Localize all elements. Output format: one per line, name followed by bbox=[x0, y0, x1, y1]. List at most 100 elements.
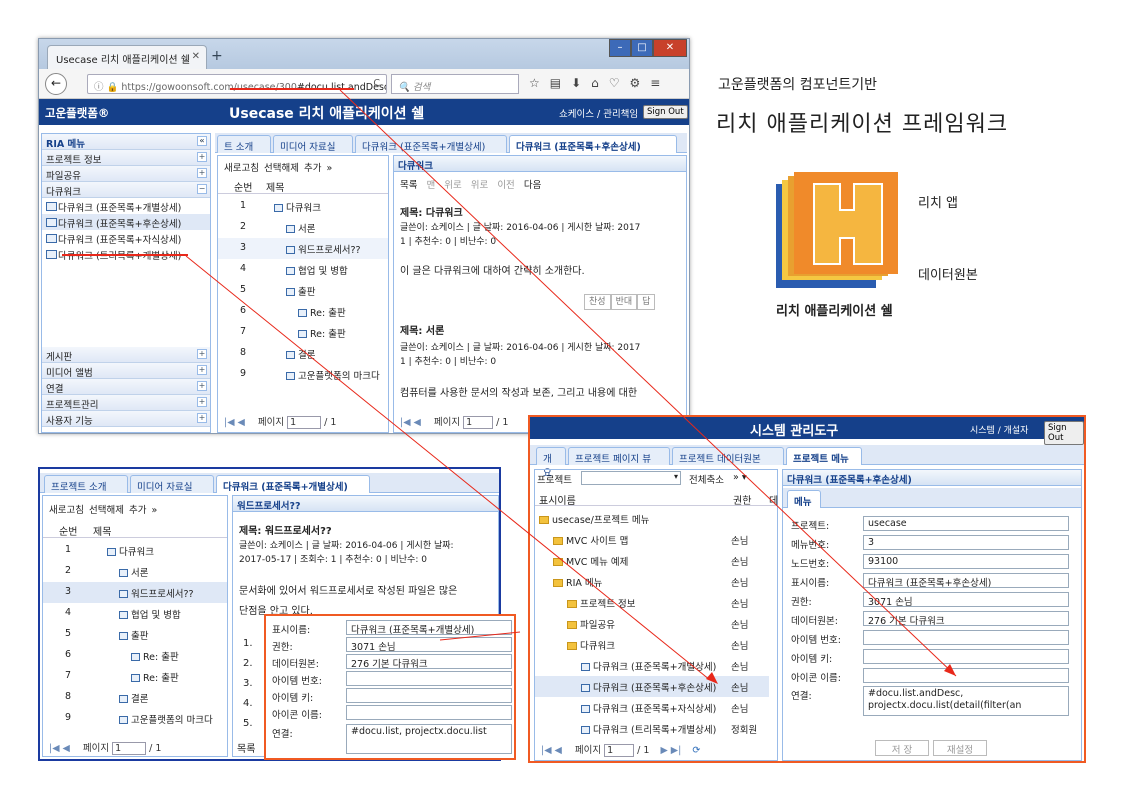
list-item[interactable]: 2 서론 bbox=[218, 217, 388, 238]
add-button[interactable]: 추가 bbox=[129, 505, 146, 516]
reset-button[interactable]: 재설정 bbox=[933, 740, 987, 756]
agree-button[interactable]: 찬성 bbox=[584, 294, 611, 310]
sidebar-item-docuwork-3[interactable]: 다큐워크 (표준목록+자식상세) bbox=[42, 230, 210, 246]
list-item[interactable]: 5 출판 bbox=[218, 280, 388, 301]
tab-datasource[interactable]: 프로젝트 데이터원본 bbox=[672, 447, 784, 465]
list-item[interactable]: 8 결론 bbox=[43, 687, 227, 708]
field-input[interactable]: 93100 bbox=[863, 554, 1069, 569]
tab-docuwork-individual[interactable]: 다큐워크 (표준목록+개별상세) bbox=[216, 475, 370, 493]
field-input[interactable]: 276 기본 다큐워크 bbox=[863, 611, 1069, 626]
close-window-icon[interactable]: ✕ bbox=[653, 39, 687, 57]
list-item[interactable]: 4 협업 및 병합 bbox=[43, 603, 227, 624]
list-item[interactable]: 5 출판 bbox=[43, 624, 227, 645]
field-input[interactable] bbox=[346, 705, 512, 720]
list-item[interactable]: 6 Re: 출판 bbox=[43, 645, 227, 666]
reply-button[interactable]: 답 bbox=[637, 294, 656, 310]
more-button[interactable]: » bbox=[327, 163, 333, 174]
list-item[interactable]: 2 서론 bbox=[43, 561, 227, 582]
new-tab-icon[interactable]: + bbox=[211, 48, 223, 64]
field-input[interactable]: 3 bbox=[863, 535, 1069, 550]
sidebar-section-project-info[interactable]: 프로젝트 정보 + bbox=[42, 150, 210, 166]
field-input[interactable]: 3071 손님 bbox=[863, 592, 1069, 607]
admin-signout-button[interactable]: Sign Out bbox=[1044, 421, 1084, 445]
popup-link-input[interactable]: #docu.list, projectx.docu.list bbox=[346, 724, 512, 754]
tree-node[interactable]: 파일공유 손님 bbox=[535, 613, 769, 634]
pager-input[interactable]: 1 bbox=[287, 416, 322, 429]
collapse-all-button[interactable]: 전체축소 bbox=[689, 472, 724, 486]
nav-prev[interactable]: 이전 bbox=[497, 180, 514, 191]
admin-link-input[interactable]: #docu.list.andDesc, projectx.docu.list(d… bbox=[863, 686, 1069, 716]
nav-next[interactable]: 다음 bbox=[524, 180, 541, 191]
sidebar-section-user[interactable]: 사용자 기능 + bbox=[42, 411, 210, 427]
field-input[interactable] bbox=[863, 630, 1069, 645]
sidebar-section-docuwork[interactable]: 다큐워크 − bbox=[42, 182, 210, 198]
disagree-button[interactable]: 반대 bbox=[610, 294, 638, 310]
sidebar-section-board[interactable]: 게시판 + bbox=[42, 347, 210, 363]
col-title[interactable]: 제목 bbox=[93, 523, 111, 538]
refresh-icon[interactable]: ⟳ bbox=[692, 745, 700, 756]
sidebar-item-docuwork-2[interactable]: 다큐워크 (표준목록+후손상세) bbox=[42, 214, 210, 230]
reload-icon[interactable]: C bbox=[373, 78, 380, 89]
tab-project-menu[interactable]: 프로젝트 메뉴 bbox=[786, 447, 862, 465]
signout-button[interactable]: Sign Out bbox=[643, 105, 688, 119]
tab-docuwork-descendant[interactable]: 다큐워크 (표준목록+후손상세) bbox=[509, 135, 677, 153]
first-page-icon[interactable]: |◀ ◀ bbox=[49, 743, 70, 754]
nav-top[interactable]: 맨 위로 bbox=[427, 180, 462, 191]
tab-intro[interactable]: 트 소개 bbox=[217, 135, 271, 153]
tree-node[interactable]: 다큐워크 (트리목록+개별상세) 정회원 bbox=[535, 718, 769, 739]
search-input[interactable]: 🔍 검색 bbox=[391, 74, 519, 94]
field-input[interactable]: 다큐워크 (표준목록+후손상세) bbox=[863, 573, 1069, 588]
refresh-button[interactable]: 새로고침 bbox=[224, 163, 259, 174]
minimize-icon[interactable]: – bbox=[609, 39, 631, 57]
add-button[interactable]: 추가 bbox=[304, 163, 321, 174]
tab-media[interactable]: 미디어 자료실 bbox=[130, 475, 214, 493]
field-input[interactable] bbox=[346, 671, 512, 686]
sidebar-header[interactable]: RIA 메뉴 « bbox=[42, 134, 210, 150]
field-input[interactable]: 3071 손님 bbox=[346, 637, 512, 652]
tab-page-view[interactable]: 프로젝트 페이지 뷰 bbox=[568, 447, 670, 465]
tab-media[interactable]: 미디어 자료실 bbox=[273, 135, 353, 153]
list-item[interactable]: 9 고운플랫폼의 마크다 bbox=[43, 708, 227, 729]
field-input[interactable] bbox=[863, 649, 1069, 664]
tab-docuwork-individual[interactable]: 다큐워크 (표준목록+개별상세) bbox=[355, 135, 507, 153]
col-data[interactable]: 데 bbox=[769, 492, 778, 507]
list-item[interactable]: 6 Re: 출판 bbox=[218, 301, 388, 322]
back-icon[interactable]: ← bbox=[45, 73, 67, 95]
sidebar-section-link[interactable]: 연결 + bbox=[42, 379, 210, 395]
browser-toolbar-icons[interactable]: ☆▤⬇⌂♡⚙≡ bbox=[529, 76, 670, 90]
list-item[interactable]: 1 다큐워크 bbox=[218, 196, 388, 217]
next-page-icon[interactable]: ▶ ▶| bbox=[660, 745, 681, 756]
tree-node[interactable]: 다큐워크 손님 bbox=[535, 634, 769, 655]
pager-input[interactable]: 1 bbox=[463, 416, 494, 429]
first-page-icon[interactable]: |◀ ◀ bbox=[400, 417, 421, 428]
list-item[interactable]: 8 결론 bbox=[218, 343, 388, 364]
browser-tab[interactable]: Usecase 리치 애플리케이션 쉘 ✕ bbox=[47, 45, 207, 69]
list-item[interactable]: 7 Re: 출판 bbox=[218, 322, 388, 343]
field-input[interactable]: usecase bbox=[863, 516, 1069, 531]
tab-project-intro[interactable]: 프로젝트 소개 bbox=[44, 475, 128, 493]
tree-node[interactable]: 프로젝트 정보 손님 bbox=[535, 592, 769, 613]
list-item[interactable]: 3 워드프로세서?? bbox=[218, 238, 388, 259]
refresh-button[interactable]: 새로고침 bbox=[49, 505, 84, 516]
tab-overview[interactable]: 개요 bbox=[536, 447, 566, 479]
list-item[interactable]: 4 협업 및 병합 bbox=[218, 259, 388, 280]
tree-node[interactable]: RIA 메뉴 손님 bbox=[535, 571, 769, 592]
close-tab-icon[interactable]: ✕ bbox=[192, 51, 200, 62]
field-input[interactable]: 다큐워크 (표준목록+개별상세) bbox=[346, 620, 512, 635]
win3-nav-list[interactable]: 목록 bbox=[237, 740, 255, 755]
col-no[interactable]: 순번 bbox=[234, 179, 252, 194]
tree-node[interactable]: 다큐워크 (표준목록+자식상세) 손님 bbox=[535, 697, 769, 718]
tab-menu[interactable]: 메뉴 bbox=[787, 490, 821, 508]
tree-node[interactable]: MVC 사이트 맵 손님 bbox=[535, 529, 769, 550]
pager-input[interactable]: 1 bbox=[604, 744, 635, 757]
project-select[interactable]: ▾ bbox=[581, 471, 681, 485]
first-page-icon[interactable]: |◀ ◀ bbox=[541, 745, 562, 756]
more-button[interactable]: » bbox=[152, 505, 158, 516]
sidebar-section-media[interactable]: 미디어 앨범 + bbox=[42, 363, 210, 379]
pager-input[interactable]: 1 bbox=[112, 742, 147, 755]
col-no[interactable]: 순번 bbox=[59, 523, 77, 538]
tree-node[interactable]: MVC 메뉴 예제 손님 bbox=[535, 550, 769, 571]
nav-list[interactable]: 목록 bbox=[400, 180, 417, 191]
field-input[interactable] bbox=[863, 668, 1069, 683]
first-page-icon[interactable]: |◀ ◀ bbox=[224, 417, 245, 428]
